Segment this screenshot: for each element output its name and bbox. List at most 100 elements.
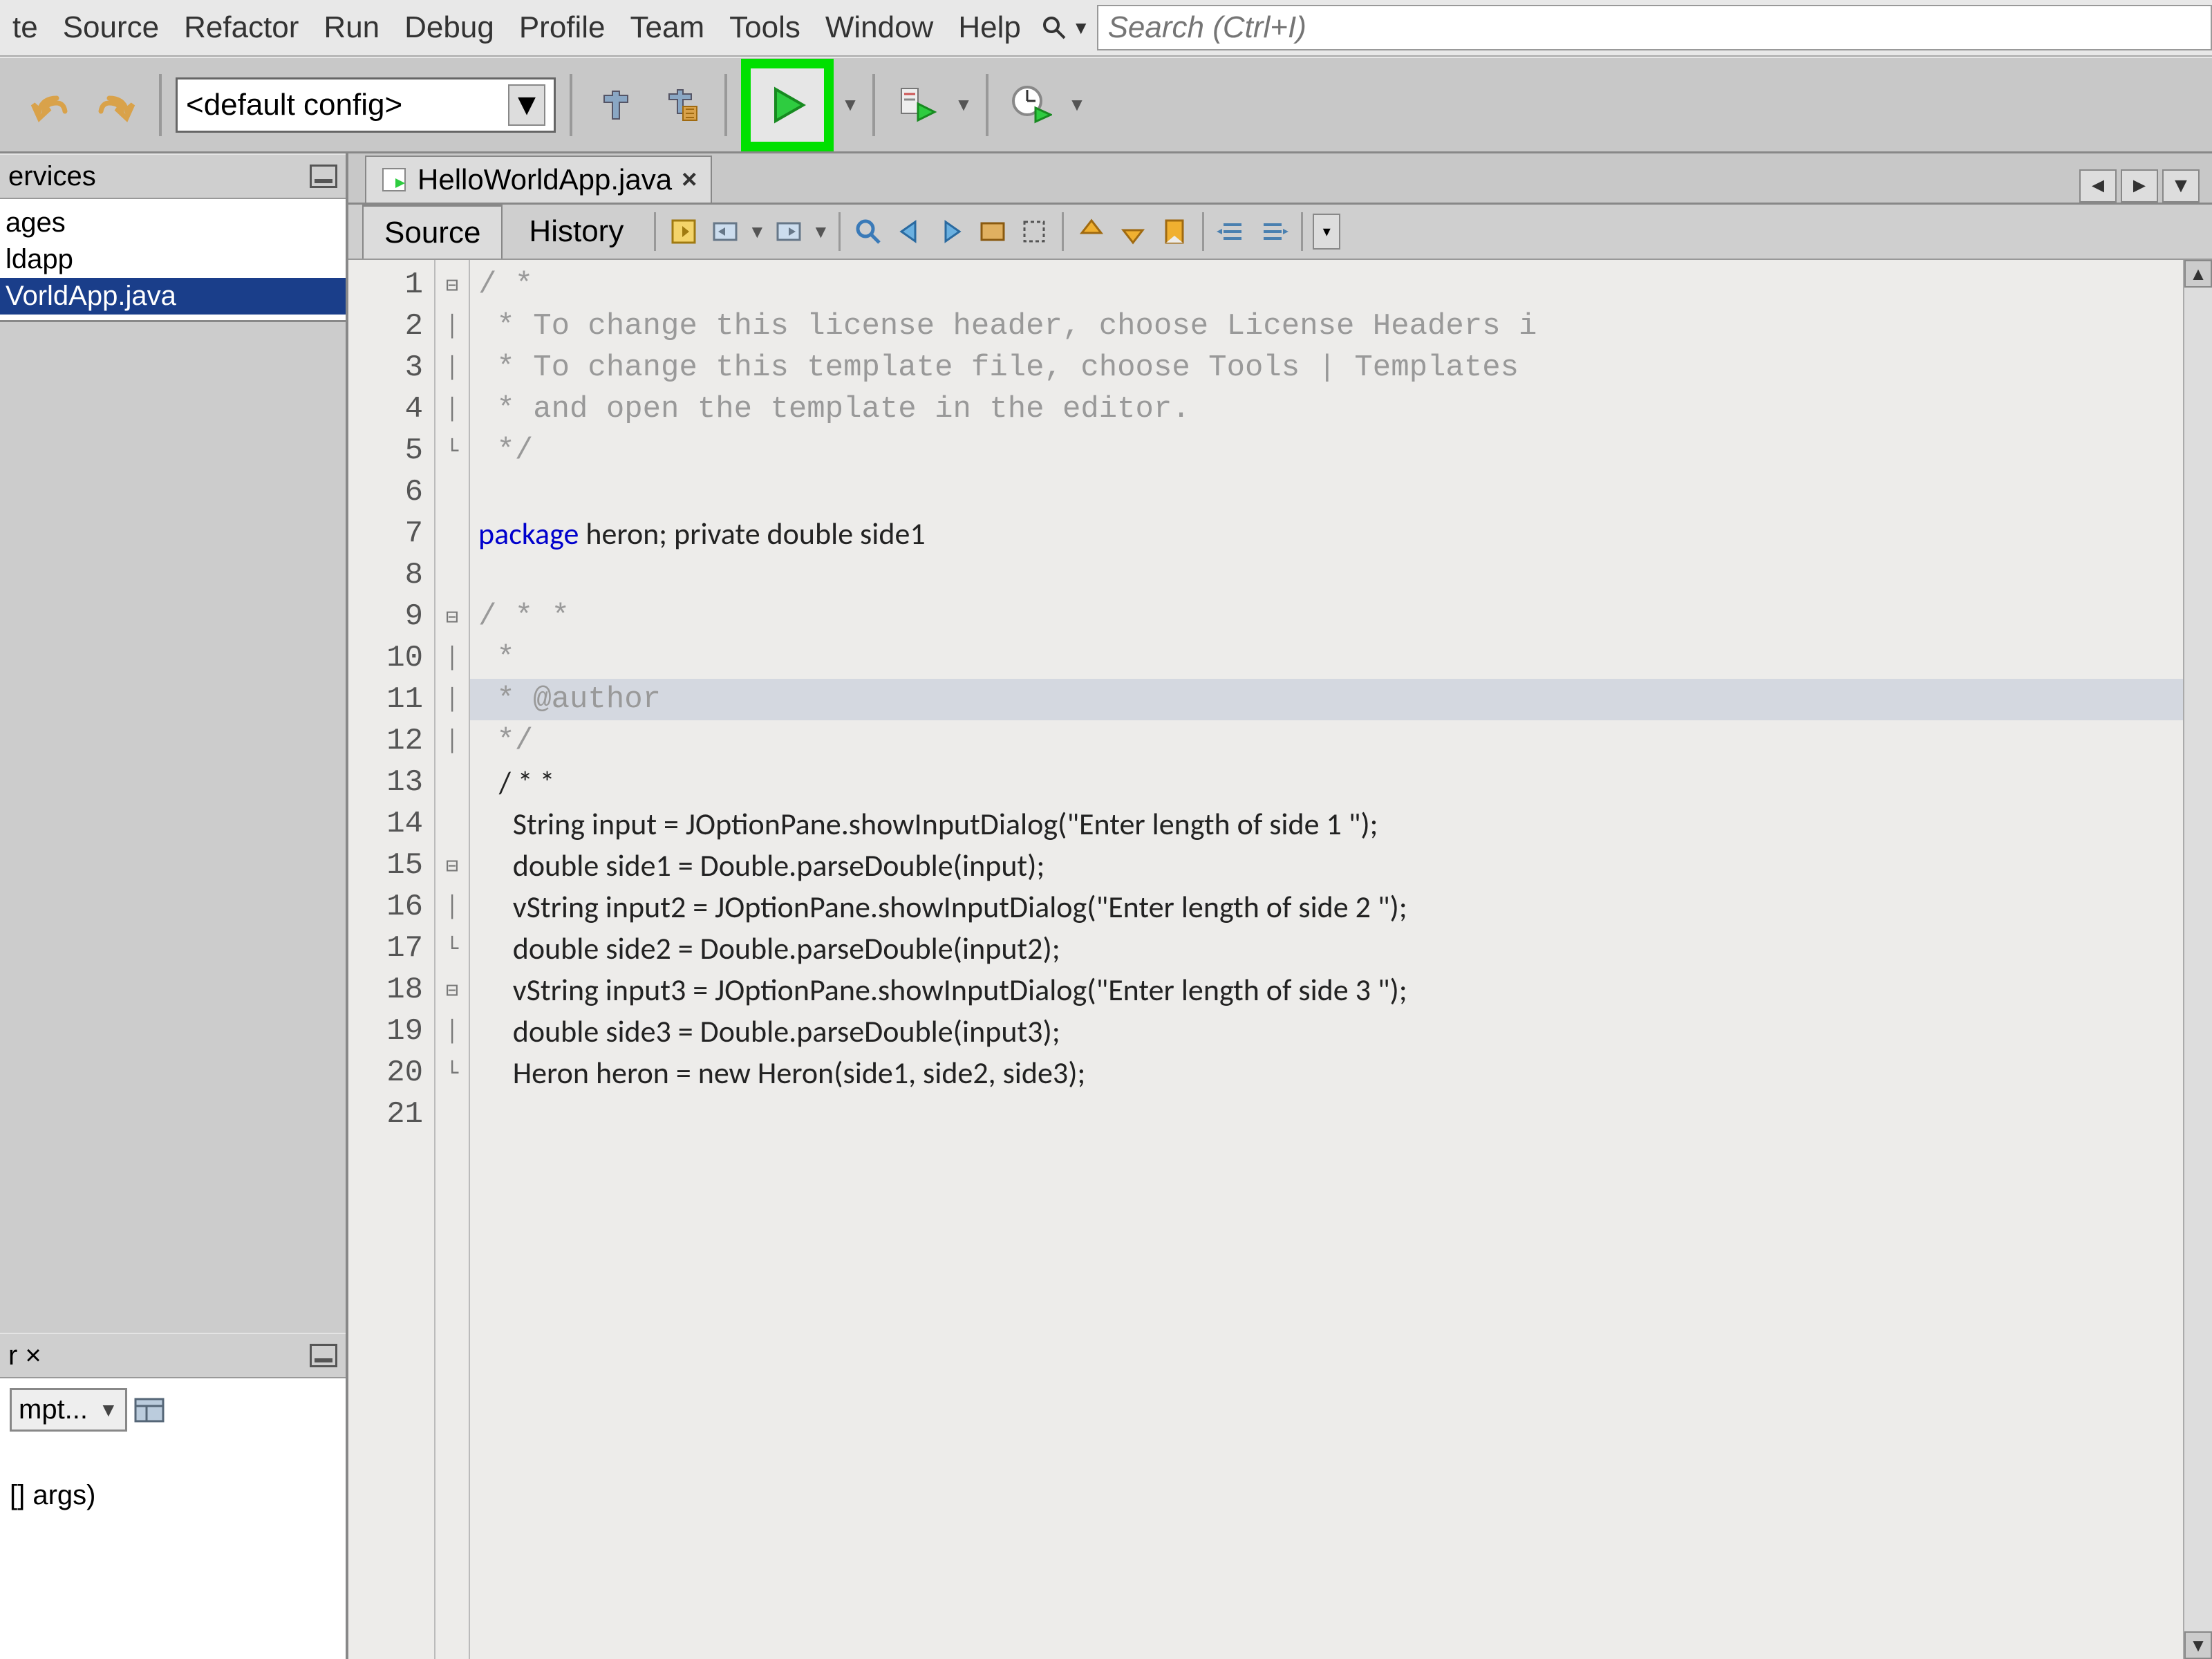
editor-column: HelloWorldApp.java × ◄ ► ▼ Source Histor… (348, 153, 2212, 1659)
code-line[interactable] (470, 554, 2183, 596)
config-label: <default config> (186, 88, 402, 122)
clean-build-button[interactable] (653, 76, 711, 134)
redo-button[interactable] (87, 76, 145, 134)
search-icon[interactable] (1040, 14, 1068, 41)
menu-item-source[interactable]: Source (50, 10, 171, 45)
next-bookmark-icon[interactable] (933, 214, 969, 250)
menu-item-debug[interactable]: Debug (392, 10, 507, 45)
prev-bookmark-icon[interactable] (892, 214, 928, 250)
profile-button[interactable] (1002, 76, 1060, 134)
chevron-down-icon[interactable]: ▼ (508, 84, 545, 126)
dropdown-icon[interactable]: ▼ (812, 211, 829, 252)
fold-column[interactable]: ⊟│││└⊟│││⊟│└⊟│└ (435, 260, 470, 1659)
code-area[interactable]: / * * To change this license header, cho… (470, 260, 2183, 1659)
tree-item[interactable]: ldapp (0, 241, 346, 278)
scroll-right-icon[interactable]: ► (2121, 169, 2158, 203)
toggle-bookmark-icon[interactable] (1156, 214, 1192, 250)
history-tab[interactable]: History (508, 205, 644, 259)
code-line[interactable]: * and open the template in the editor. (470, 388, 2183, 430)
file-tab[interactable]: HelloWorldApp.java × (365, 156, 712, 203)
java-file-icon (380, 166, 408, 194)
code-editor[interactable]: 123456789101112131415161718192021 ⊟│││└⊟… (348, 260, 2212, 1659)
minimize-icon[interactable] (310, 165, 337, 188)
menu-item-profile[interactable]: Profile (507, 10, 618, 45)
debug-dropdown[interactable]: ▼ (955, 84, 972, 126)
toggle-highlight-icon[interactable] (975, 214, 1011, 250)
code-line[interactable]: String input = JOptionPane.showInputDial… (470, 803, 2183, 845)
menu-item-window[interactable]: Window (813, 10, 946, 45)
scroll-left-icon[interactable]: ◄ (2079, 169, 2117, 203)
forward-icon[interactable] (771, 214, 807, 250)
code-line[interactable]: Heron heron = new Heron(side1, side2, si… (470, 1052, 2183, 1094)
undo-button[interactable] (21, 76, 79, 134)
code-line[interactable]: / * * (470, 762, 2183, 803)
toolbar-separator (1202, 212, 1204, 251)
menu-item-team[interactable]: Team (618, 10, 718, 45)
navigator-combo[interactable]: mpt... ▼ (10, 1388, 336, 1432)
toolbar-separator (1301, 212, 1303, 251)
code-line[interactable]: */ (470, 720, 2183, 762)
scroll-up-icon[interactable]: ▲ (2184, 260, 2212, 288)
code-line[interactable]: double side2 = Double.parseDouble(input2… (470, 928, 2183, 969)
code-line[interactable]: vString input2 = JOptionPane.showInputDi… (470, 886, 2183, 928)
build-button[interactable] (586, 76, 644, 134)
code-line[interactable] (470, 471, 2183, 513)
code-line[interactable]: double side3 = Double.parseDouble(input3… (470, 1011, 2183, 1052)
navigator-panel-header[interactable]: r × (0, 1333, 346, 1378)
chevron-down-icon[interactable]: ▼ (99, 1399, 118, 1421)
navigator-method[interactable]: [] args) (10, 1480, 336, 1511)
vertical-scrollbar[interactable]: ▲ ▼ (2183, 260, 2212, 1659)
left-sidebar: ervices agesldappVorldApp.java r × mpt..… (0, 153, 348, 1659)
menu-item[interactable]: te (0, 10, 50, 45)
find-selection-icon[interactable] (850, 214, 886, 250)
code-line[interactable]: vString input3 = JOptionPane.showInputDi… (470, 969, 2183, 1011)
search-input[interactable] (1097, 5, 2212, 50)
shift-left-icon[interactable] (1214, 214, 1250, 250)
code-line[interactable]: * To change this license header, choose … (470, 306, 2183, 347)
run-dropdown[interactable]: ▼ (842, 84, 859, 126)
toolbar-separator (654, 212, 656, 251)
prev-occurrence-icon[interactable] (1074, 214, 1109, 250)
tab-list-dropdown-icon[interactable]: ▼ (2162, 169, 2200, 203)
tree-item[interactable]: VorldApp.java (0, 278, 346, 315)
last-edit-icon[interactable] (666, 214, 702, 250)
run-button[interactable] (741, 59, 834, 151)
back-icon[interactable] (707, 214, 743, 250)
menu-item-refactor[interactable]: Refactor (171, 10, 311, 45)
search-dropdown-icon[interactable]: ▼ (1072, 17, 1090, 39)
menu-item-tools[interactable]: Tools (717, 10, 813, 45)
code-line[interactable]: * (470, 637, 2183, 679)
dropdown-icon[interactable]: ▼ (749, 211, 765, 252)
toolbar-separator (159, 74, 162, 136)
project-tree[interactable]: agesldappVorldApp.java (0, 199, 346, 320)
profile-dropdown[interactable]: ▼ (1069, 84, 1085, 126)
code-line[interactable]: package heron; private double side1 (470, 513, 2183, 554)
next-occurrence-icon[interactable] (1115, 214, 1151, 250)
code-line[interactable]: * To change this template file, choose T… (470, 347, 2183, 388)
toggle-rectangular-icon[interactable] (1016, 214, 1052, 250)
menu-item-run[interactable]: Run (311, 10, 392, 45)
file-tab-label: HelloWorldApp.java (418, 163, 672, 196)
tree-item[interactable]: ages (0, 205, 346, 241)
line-gutter: 123456789101112131415161718192021 (348, 260, 435, 1659)
source-tab[interactable]: Source (362, 205, 503, 259)
services-title: ervices (8, 161, 96, 192)
navigator-view-icon[interactable] (133, 1394, 166, 1427)
editor-toolbar: Source History ▼ ▼ ▾ (348, 205, 2212, 260)
services-panel-header[interactable]: ervices (0, 153, 346, 199)
config-select[interactable]: <default config> ▼ (176, 77, 556, 133)
code-line[interactable]: * @author (470, 679, 2183, 720)
more-icon[interactable]: ▾ (1313, 214, 1340, 250)
scroll-down-icon[interactable]: ▼ (2184, 1631, 2212, 1659)
minimize-icon[interactable] (310, 1344, 337, 1367)
code-line[interactable]: double side1 = Double.parseDouble(input)… (470, 845, 2183, 886)
code-line[interactable]: / * (470, 264, 2183, 306)
close-icon[interactable]: × (682, 165, 697, 195)
toolbar-separator (570, 74, 572, 136)
shift-right-icon[interactable] (1255, 214, 1291, 250)
code-line[interactable] (470, 1094, 2183, 1135)
code-line[interactable]: */ (470, 430, 2183, 471)
debug-button[interactable] (889, 76, 947, 134)
code-line[interactable]: / * * (470, 596, 2183, 637)
menu-item-help[interactable]: Help (946, 10, 1033, 45)
